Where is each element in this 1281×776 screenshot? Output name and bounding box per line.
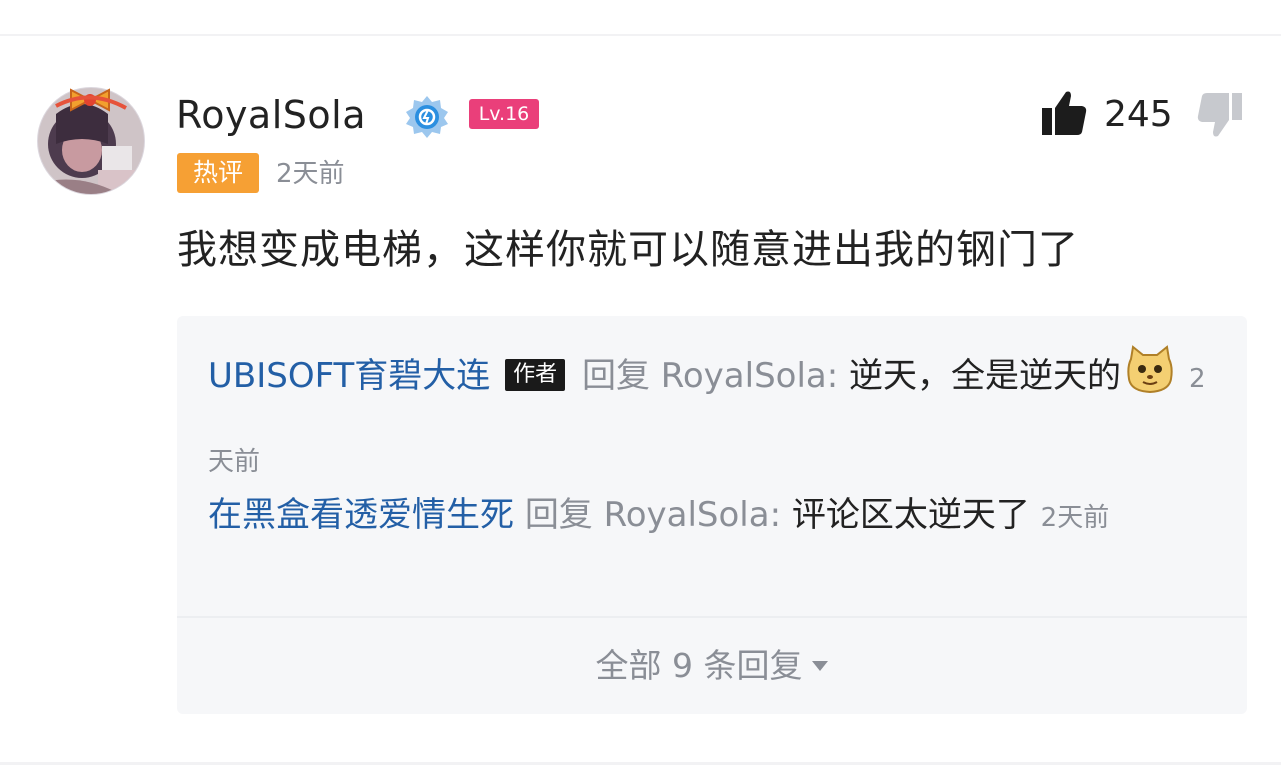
- reply-item: 在黑盒看透爱情生死 回复 RoyalSola: 评论区太逆天了 2天前: [208, 486, 1207, 547]
- cat-face-emoji-icon: [1127, 345, 1173, 394]
- comment-time: 2天前: [276, 159, 345, 189]
- reply-time: 2天前: [1040, 503, 1110, 533]
- replies-separator: [177, 616, 1247, 618]
- reply-word: 回复: [581, 356, 650, 396]
- bottom-divider: [0, 762, 1281, 765]
- reply-author-name[interactable]: 在黑盒看透爱情生死: [208, 495, 514, 535]
- reply-item: UBISOFT育碧大连 作者 回复 RoyalSola: 逆天，全是逆天的 2天…: [208, 336, 1207, 502]
- top-divider: [0, 34, 1281, 36]
- author-tag: 作者: [505, 359, 566, 391]
- reply-text: 评论区太逆天了: [791, 495, 1030, 535]
- verified-badge-icon: [406, 96, 448, 138]
- thumbs-down-icon[interactable]: [1196, 90, 1244, 140]
- like-count: 245: [1104, 94, 1173, 135]
- replies-container: UBISOFT育碧大连 作者 回复 RoyalSola: 逆天，全是逆天的 2天…: [177, 316, 1247, 714]
- reply-target-name[interactable]: RoyalSola:: [604, 495, 781, 535]
- level-badge: Lv.16: [469, 99, 539, 129]
- reply-word: 回复: [524, 495, 593, 535]
- view-all-replies-label: 全部 9 条回复: [595, 646, 803, 685]
- thumbs-up-icon[interactable]: [1040, 88, 1088, 138]
- comment-text: 我想变成电梯，这样你就可以随意进出我的钢门了: [177, 227, 1079, 273]
- hot-comment-badge: 热评: [177, 153, 259, 193]
- reply-text: 逆天，全是逆天的: [849, 356, 1121, 396]
- username[interactable]: RoyalSola: [176, 92, 366, 138]
- caret-down-icon: [812, 661, 829, 671]
- reply-author-name[interactable]: UBISOFT育碧大连: [208, 356, 490, 396]
- view-all-replies-button[interactable]: 全部 9 条回复: [177, 626, 1247, 706]
- reply-target-name[interactable]: RoyalSola:: [661, 356, 838, 396]
- comment-page: RoyalSola Lv.16 热评 2天前 245 我想变成电梯，这样你就可以…: [0, 0, 1281, 776]
- avatar[interactable]: [36, 84, 146, 195]
- avatar-image: [37, 87, 145, 195]
